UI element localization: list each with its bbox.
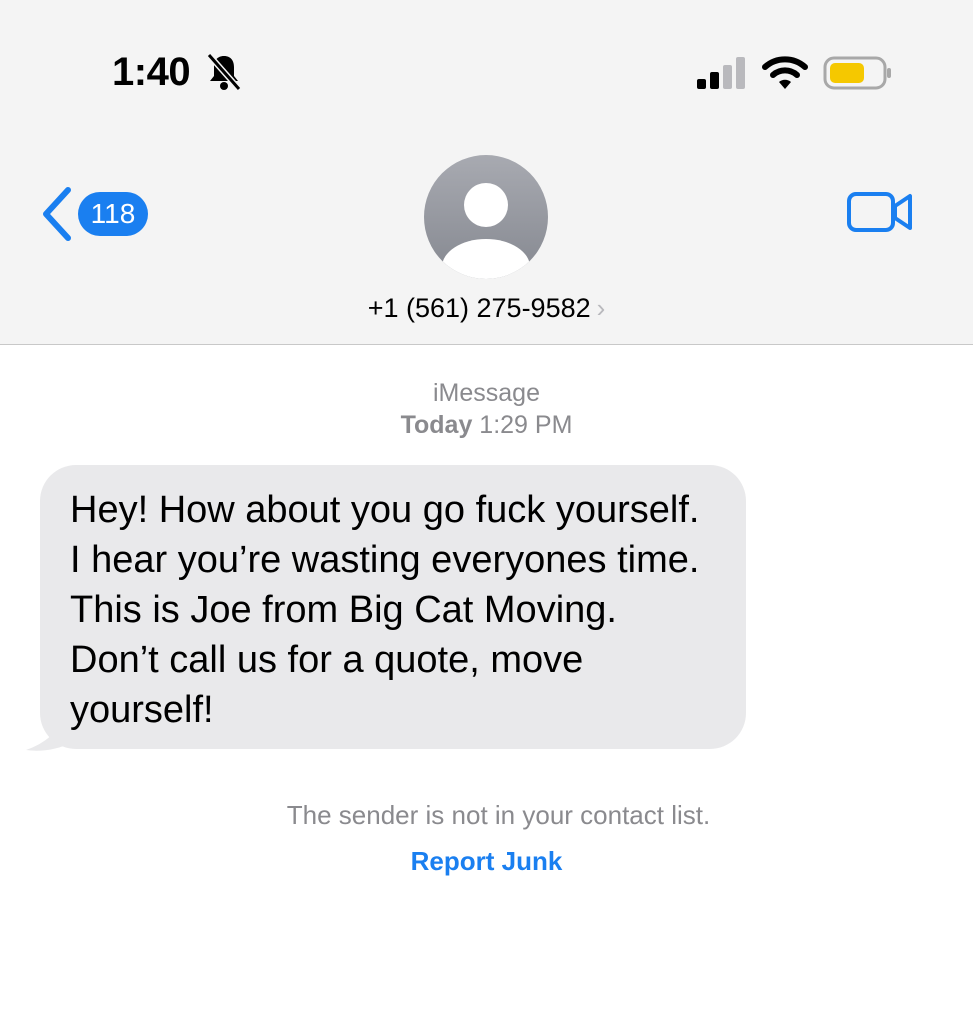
chevron-left-icon bbox=[43, 187, 71, 241]
cellular-signal-icon bbox=[697, 57, 745, 89]
message-timestamp: Today 1:29 PM bbox=[0, 410, 973, 440]
battery-icon bbox=[823, 56, 891, 90]
status-time: 1:40 bbox=[112, 50, 191, 94]
unread-count-badge: 118 bbox=[78, 192, 148, 236]
chevron-right-icon: › bbox=[596, 293, 606, 323]
contact-avatar[interactable] bbox=[424, 155, 548, 279]
person-silhouette-icon bbox=[442, 183, 530, 279]
unknown-sender-notice: The sender is not in your contact list. bbox=[286, 800, 711, 830]
bell-slash-icon bbox=[206, 53, 242, 91]
back-button[interactable]: 118 bbox=[38, 186, 158, 242]
timestamp-day: Today bbox=[400, 411, 473, 439]
report-junk-button[interactable]: Report Junk bbox=[0, 845, 973, 877]
contact-name: +1 (561) 275-9582 bbox=[367, 293, 591, 323]
video-camera-icon[interactable] bbox=[846, 189, 914, 235]
service-label: iMessage bbox=[433, 379, 540, 407]
contact-name-button[interactable]: +1 (561) 275-9582 › bbox=[0, 290, 973, 326]
timestamp-time: 1:29 PM bbox=[479, 411, 573, 439]
incoming-message-bubble[interactable]: Hey! How about you go fuck yourself. I h… bbox=[40, 465, 746, 749]
conversation-header: 1:40 118 +1 (561) 275-9582 › bbox=[0, 0, 973, 345]
wifi-icon bbox=[762, 56, 808, 89]
